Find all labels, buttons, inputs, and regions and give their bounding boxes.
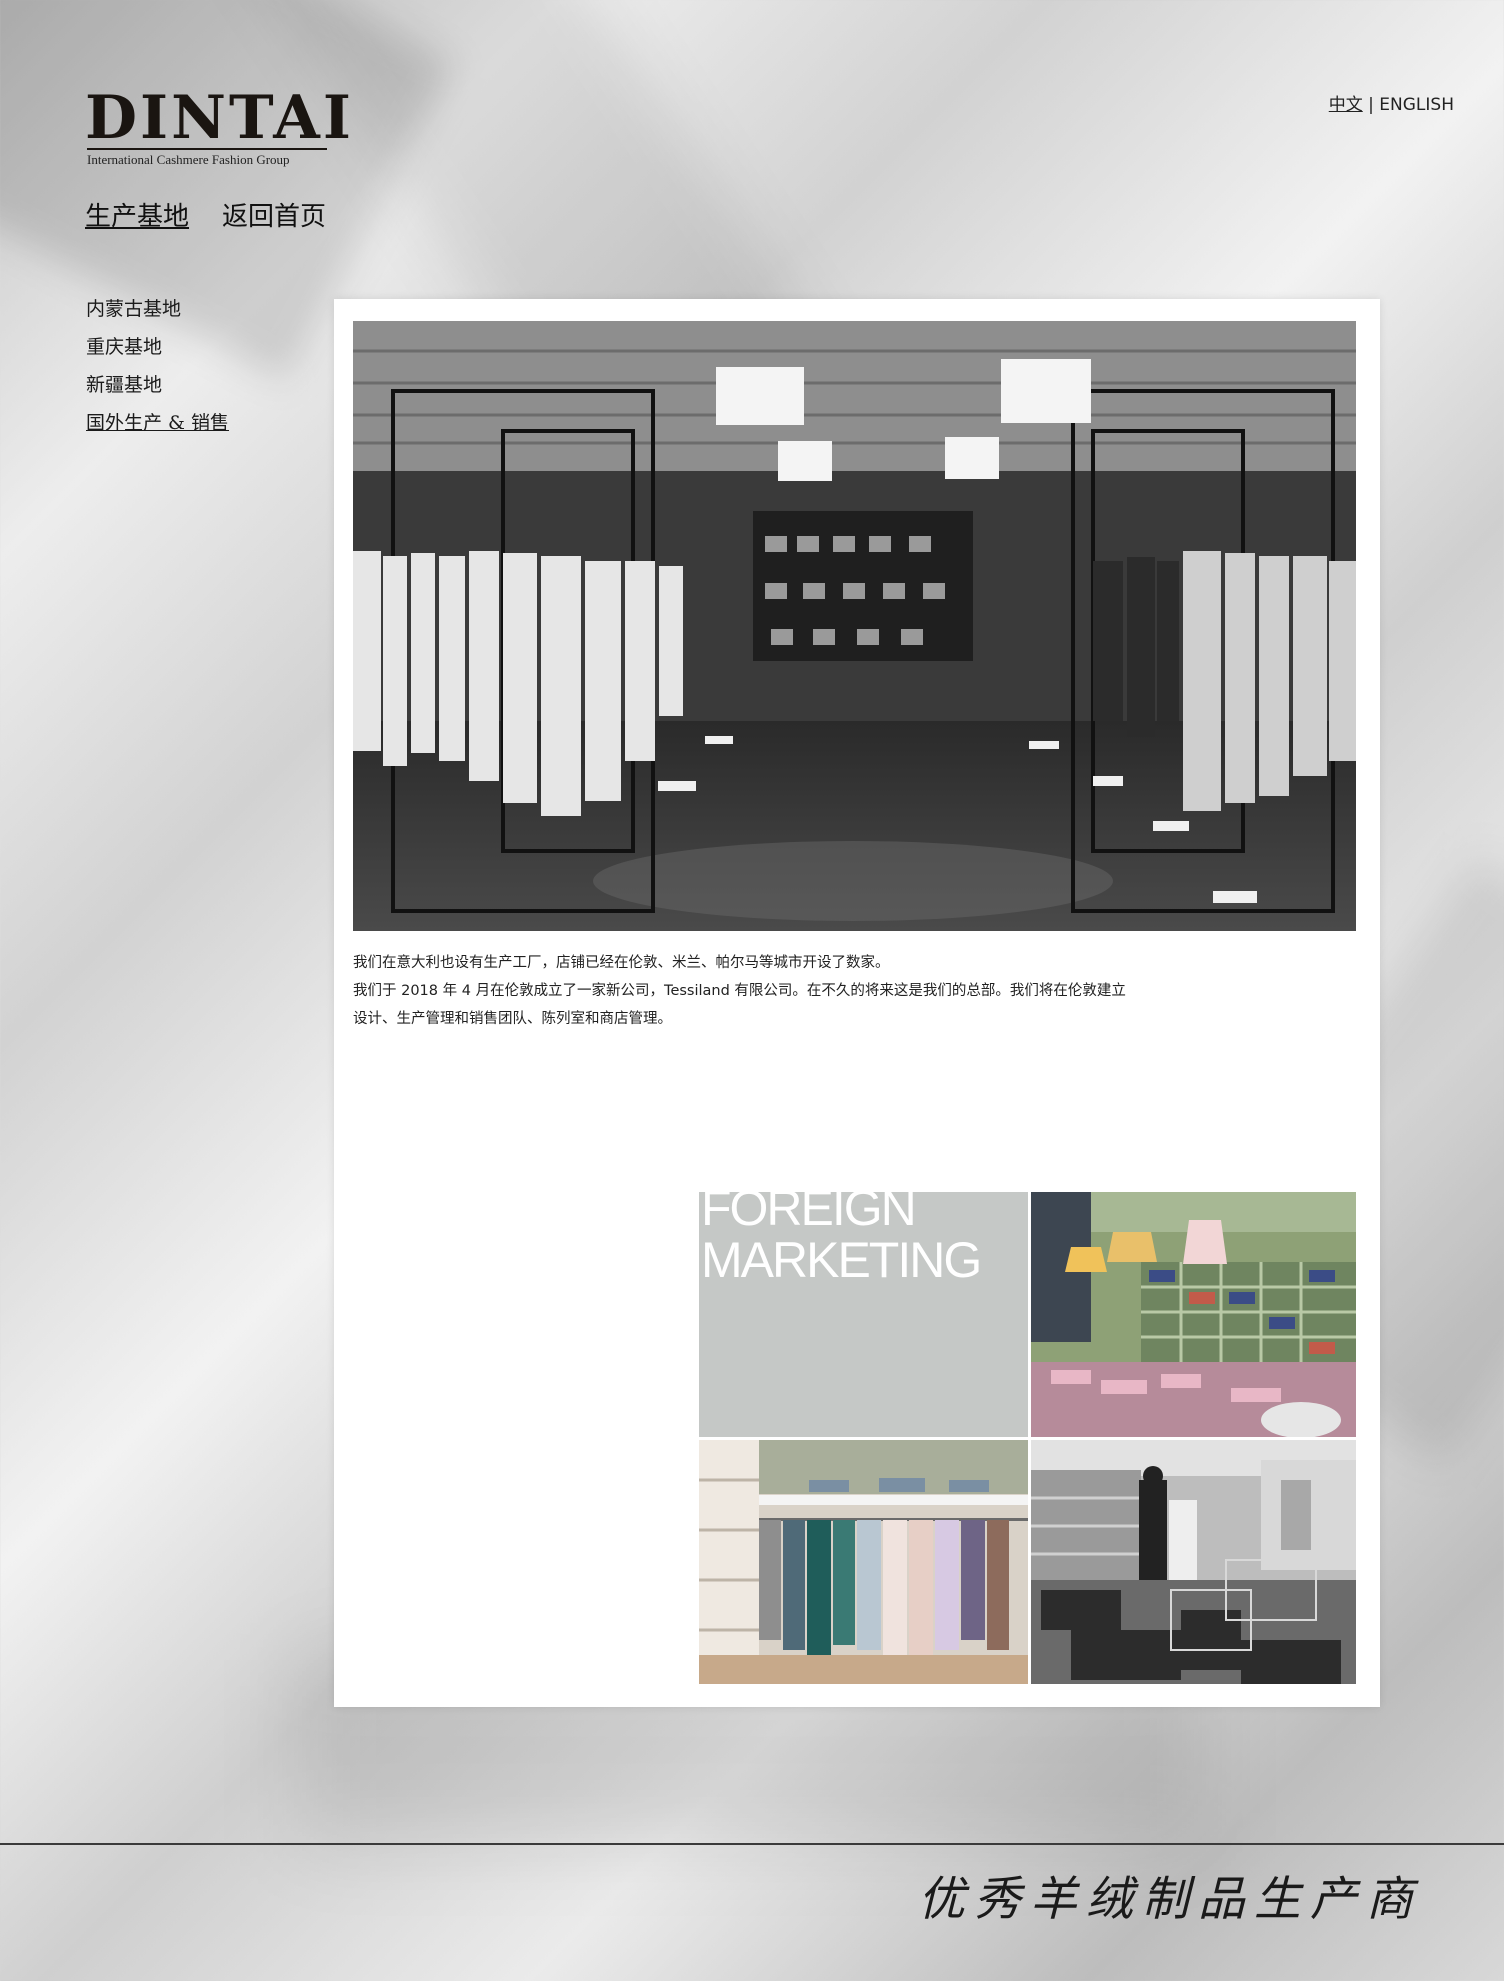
sidebar-item-chongqing[interactable]: 重庆基地 <box>86 328 229 366</box>
brand-name: DINTAI <box>85 83 354 153</box>
footer-slogan: 优秀羊绒制品生产商 <box>918 1872 1422 1927</box>
top-nav: 生产基地 返回首页 <box>85 196 326 233</box>
language-switcher: 中文 | ENGLISH <box>1329 90 1454 115</box>
sidebar-item-overseas[interactable]: 国外生产 & 销售 <box>86 404 229 442</box>
marketing-title-line2: MARKETING <box>701 1232 982 1288</box>
content-panel: 我们在意大利也设有生产工厂，店铺已经在伦敦、米兰、帕尔马等城市开设了数家。 我们… <box>334 299 1380 1707</box>
description-line: 设计、生产管理和销售团队、陈列室和商店管理。 <box>353 1011 672 1027</box>
foreign-marketing-tile: FOREIGN MARKETING <box>699 1192 1028 1437</box>
logo-divider <box>87 148 327 150</box>
sidebar-item-inner-mongolia[interactable]: 内蒙古基地 <box>86 290 229 328</box>
showroom-photo <box>353 321 1356 931</box>
footer-divider <box>0 1843 1504 1845</box>
description-line: 我们在意大利也设有生产工厂，店铺已经在伦敦、米兰、帕尔马等城市开设了数家。 <box>353 955 890 971</box>
garment-rack-photo <box>699 1440 1028 1684</box>
marketing-title-line1: FOREIGN <box>701 1192 917 1236</box>
workshop-photo <box>1031 1440 1356 1684</box>
description-line: 我们于 2018 年 4 月在伦敦成立了一家新公司，Tessiland 有限公司… <box>353 983 1126 999</box>
kids-store-photo <box>1031 1192 1356 1437</box>
overseas-description: 我们在意大利也设有生产工厂，店铺已经在伦敦、米兰、帕尔马等城市开设了数家。 我们… <box>353 949 1313 1033</box>
marketing-gallery: FOREIGN MARKETING <box>699 1192 1356 1684</box>
sidebar-nav: 内蒙古基地 重庆基地 新疆基地 国外生产 & 销售 <box>86 290 229 442</box>
brand-logo[interactable]: DINTAI International Cashmere Fashion Gr… <box>85 88 351 168</box>
brand-tagline: International Cashmere Fashion Group <box>87 152 290 167</box>
lang-english-link[interactable]: ENGLISH <box>1379 95 1454 115</box>
lang-chinese-link[interactable]: 中文 <box>1329 95 1363 115</box>
nav-production-base[interactable]: 生产基地 <box>85 196 189 233</box>
lang-separator: | <box>1368 95 1374 115</box>
sidebar-item-xinjiang[interactable]: 新疆基地 <box>86 366 229 404</box>
nav-back-home[interactable]: 返回首页 <box>222 196 326 233</box>
